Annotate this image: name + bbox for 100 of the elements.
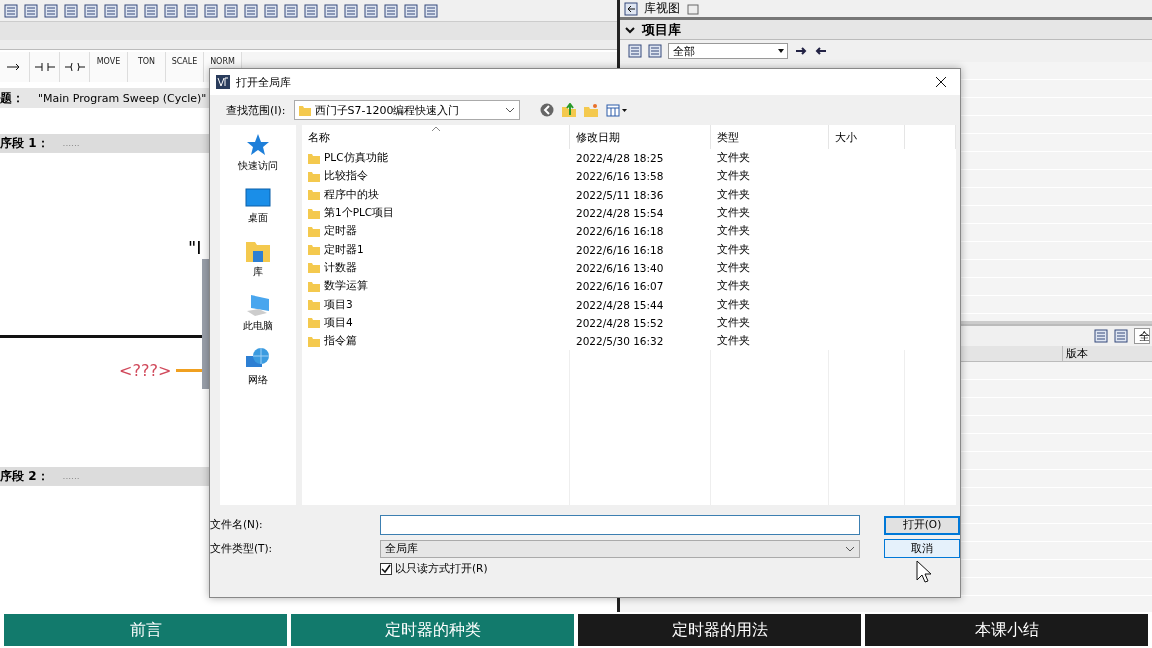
connection-line (176, 369, 202, 372)
toolbar-icon[interactable] (404, 3, 418, 18)
file-name[interactable]: 定时器1 (302, 242, 570, 257)
title-label: 题： (0, 89, 24, 107)
new-folder-icon[interactable] (583, 103, 598, 117)
instruction-button[interactable]: SCALE (166, 52, 204, 82)
file-type: 文件夹 (716, 242, 751, 257)
file-type: 文件夹 (716, 151, 751, 166)
computer-icon (245, 293, 271, 317)
toolbar-icon[interactable] (124, 3, 138, 18)
folder-icon (298, 104, 311, 116)
list-icon[interactable] (648, 44, 662, 58)
sort-icon (432, 126, 440, 131)
block-name: "I (188, 237, 202, 258)
column-header[interactable]: 名称 (302, 125, 570, 149)
sidebar-place[interactable]: 库 (245, 239, 271, 279)
sidebar-place[interactable]: 此电脑 (243, 293, 273, 333)
toolbar-icon[interactable] (24, 3, 38, 18)
chapter-tab[interactable]: 定时器的种类 (291, 614, 574, 646)
field-label: 文件类型(T): (210, 541, 274, 556)
toolbar-icon[interactable] (164, 3, 178, 18)
view-menu-icon[interactable] (605, 103, 628, 117)
section-title: 项目库 (642, 20, 681, 39)
file-name[interactable]: 定时器 (302, 224, 570, 239)
desktop-icon (245, 187, 271, 209)
checkbox-box[interactable] (380, 563, 392, 575)
file-type: 文件夹 (716, 260, 751, 275)
contact-icon[interactable] (30, 52, 60, 82)
file-name[interactable]: 项目4 (302, 315, 570, 330)
filter-select[interactable]: 全部 (668, 43, 788, 59)
file-type: 文件夹 (716, 169, 751, 184)
folder-icon (308, 280, 320, 292)
sidebar-place[interactable]: 桌面 (245, 187, 271, 225)
star-icon (246, 133, 270, 157)
toolbar-icon[interactable] (284, 3, 298, 18)
toolbar-icon[interactable] (104, 3, 118, 18)
toolbar-icon[interactable] (144, 3, 158, 18)
folder-icon (308, 207, 320, 219)
toolbar-icon[interactable] (324, 3, 338, 18)
folder-icon (308, 189, 320, 201)
folder-icon (308, 335, 320, 347)
file-name[interactable]: 比较指令 (302, 169, 570, 184)
file-date: 2022/5/11 18:36 (575, 188, 665, 201)
toolbar-icon[interactable] (344, 3, 358, 18)
toolbar-icon[interactable] (264, 3, 278, 18)
file-date: 2022/4/28 15:54 (575, 207, 665, 220)
toolbar-icon[interactable] (4, 3, 18, 18)
file-name[interactable]: 项目3 (302, 297, 570, 312)
chapter-tab[interactable]: 定时器的用法 (578, 614, 861, 646)
up-folder-icon[interactable] (561, 103, 576, 117)
instruction-button[interactable]: TON (128, 52, 166, 82)
toolbar-icon[interactable] (64, 3, 78, 18)
chapter-tab[interactable]: 前言 (4, 614, 287, 646)
file-name[interactable]: 计数器 (302, 260, 570, 275)
toolbar-icon[interactable] (44, 3, 58, 18)
toolbar-icon[interactable] (224, 3, 238, 18)
toolbar-icon[interactable] (424, 3, 438, 18)
folder-icon (245, 239, 271, 263)
sidebar-place[interactable]: 网络 (245, 347, 271, 387)
network-comment: ...... (62, 138, 80, 148)
file-date: 2022/6/16 16:07 (575, 280, 665, 293)
file-type: 文件夹 (716, 315, 751, 330)
operand-field[interactable]: <???> (119, 361, 172, 380)
column-header[interactable]: 类型 (711, 125, 829, 149)
list-icon[interactable] (1114, 329, 1128, 343)
readonly-checkbox[interactable]: 以只读方式打开(R) (380, 562, 870, 576)
toolbar-icon[interactable] (384, 3, 398, 18)
field-label: 查找范围(I): (226, 102, 286, 118)
column-header[interactable]: 大小 (829, 125, 905, 149)
back-icon[interactable] (624, 1, 638, 16)
file-name[interactable]: 数学运算 (302, 279, 570, 294)
location-select[interactable]: 西门子S7-1200编程快速入门 (293, 100, 520, 120)
sidebar-place[interactable]: 快速访问 (238, 133, 278, 173)
chapter-tab[interactable]: 本课小结 (865, 614, 1148, 646)
instruction-button[interactable]: MOVE (90, 52, 128, 82)
network-label: 序段 2： (0, 467, 49, 485)
toolbar-icon[interactable] (304, 3, 318, 18)
toolbar-icon[interactable] (84, 3, 98, 18)
toolbar-icon[interactable] (204, 3, 218, 18)
column-header[interactable]: 修改日期 (570, 125, 711, 149)
filename-field[interactable] (380, 515, 860, 535)
file-type: 文件夹 (716, 297, 751, 312)
coil-icon[interactable] (60, 52, 90, 82)
folder-icon (308, 225, 320, 237)
block-title: "Main Program Sweep (Cycle)" (38, 91, 207, 105)
folder-icon (308, 299, 320, 310)
file-date: 2022/6/16 16:18 (575, 243, 665, 256)
toolbar-icon[interactable] (364, 3, 378, 18)
file-name[interactable]: 指令篇 (302, 334, 570, 349)
toolbar-icon[interactable] (244, 3, 258, 18)
file-name[interactable]: PLC仿真功能 (302, 151, 570, 166)
cancel-button[interactable]: 取消 (884, 539, 960, 558)
filetype-select[interactable]: 全局库 (380, 539, 860, 558)
network-label: 序段 1： (0, 134, 49, 152)
open-button[interactable]: 打开(O) (884, 515, 960, 535)
file-name[interactable]: 程序中的块 (302, 187, 570, 202)
filter-select[interactable]: 全 (1134, 328, 1150, 344)
toolbar-icon[interactable] (184, 3, 198, 18)
file-date: 2022/4/28 18:25 (575, 152, 665, 165)
file-name[interactable]: 第1个PLC项目 (302, 206, 570, 221)
